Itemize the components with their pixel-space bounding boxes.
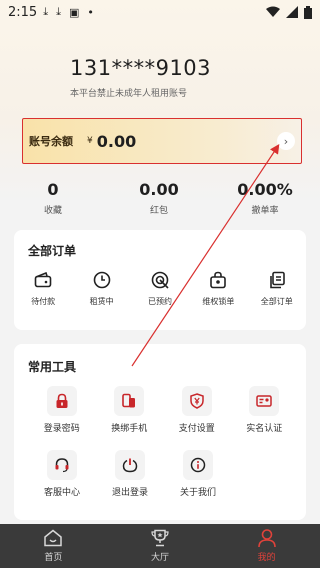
target-icon xyxy=(150,270,170,290)
balance-label: 账号余额 xyxy=(29,135,73,148)
power-icon xyxy=(115,450,145,480)
user-icon xyxy=(213,528,320,548)
currency-symbol: ¥ xyxy=(87,136,93,146)
tool-login-password[interactable]: 登录密码 xyxy=(28,386,96,434)
app-notification-icon: ▣ xyxy=(68,5,80,19)
tools-title: 常用工具 xyxy=(28,360,77,374)
status-right xyxy=(266,5,312,19)
bottom-tab-bar: 首页 大厅 我的 xyxy=(0,524,320,568)
tool-customer-service[interactable]: 客服中心 xyxy=(28,450,96,498)
order-items: 待付款 租赁中 已预约 维权锁单 全部订单 xyxy=(14,270,306,307)
stat-value: 0.00 xyxy=(139,180,179,199)
tool-label: 支付设置 xyxy=(178,424,215,434)
account-phone: 131****9103 xyxy=(70,56,212,80)
orders-card: 全部订单 待付款 租赁中 已预约 维权锁单 全部订单 xyxy=(14,230,306,330)
tool-label: 关于我们 xyxy=(179,488,216,498)
tab-hall[interactable]: 大厅 xyxy=(107,524,214,568)
info-icon xyxy=(183,450,213,480)
tool-change-phone[interactable]: 换绑手机 xyxy=(96,386,164,434)
tab-label: 首页 xyxy=(44,553,63,563)
stat-value: 0 xyxy=(47,180,59,199)
download-icon: ⤓ xyxy=(43,5,49,18)
tools-card: 常用工具 登录密码 换绑手机 支付设置 实名认证 客服中心 退出登录 关于我们 xyxy=(14,344,306,520)
tool-payment-settings[interactable]: 支付设置 xyxy=(163,386,231,434)
status-time: 2:15 xyxy=(8,4,38,20)
download-icon: ⤓ xyxy=(56,5,61,18)
tool-about-us[interactable]: 关于我们 xyxy=(164,450,232,498)
id-card-icon xyxy=(249,386,280,416)
stat-label: 撤单率 xyxy=(251,206,279,216)
balance-value: 0.00 xyxy=(96,131,137,151)
headset-icon xyxy=(47,450,77,480)
orders-title: 全部订单 xyxy=(28,244,77,258)
minor-notice: 本平台禁止未成年人租用账号 xyxy=(70,89,188,99)
tool-label: 客服中心 xyxy=(43,488,80,498)
lock-icon xyxy=(46,386,77,416)
order-renting[interactable]: 租赁中 xyxy=(72,270,130,307)
order-dispute-locked[interactable]: 维权锁单 xyxy=(189,270,247,307)
tool-label: 登录密码 xyxy=(43,424,80,434)
order-pending-payment[interactable]: 待付款 xyxy=(14,270,72,307)
signal-icon xyxy=(286,6,298,18)
tab-mine[interactable]: 我的 xyxy=(213,524,320,568)
tool-label: 实名认证 xyxy=(246,424,283,434)
order-label: 全部订单 xyxy=(260,297,293,306)
tools-grid: 登录密码 换绑手机 支付设置 实名认证 客服中心 退出登录 关于我们 xyxy=(28,386,298,514)
tab-home[interactable]: 首页 xyxy=(0,524,107,568)
battery-icon xyxy=(304,5,312,19)
clock-icon xyxy=(92,270,112,290)
dot-icon: • xyxy=(87,5,94,19)
tab-label: 大厅 xyxy=(150,553,169,563)
phone-swap-icon xyxy=(114,386,145,416)
order-label: 维权锁单 xyxy=(202,297,235,306)
order-label: 已预约 xyxy=(147,297,172,306)
stat-value: 0.00% xyxy=(237,180,293,199)
home-icon xyxy=(0,528,107,548)
stat-favorites[interactable]: 0 收藏 xyxy=(0,170,106,224)
tool-real-name-auth[interactable]: 实名认证 xyxy=(231,386,299,434)
order-label: 待付款 xyxy=(31,297,56,306)
stats-panel: 0 收藏 0.00 红包 0.00% 撤单率 xyxy=(0,170,320,224)
tool-label: 退出登录 xyxy=(111,488,148,498)
tab-label: 我的 xyxy=(257,553,276,563)
wifi-icon xyxy=(266,6,280,17)
wallet-icon xyxy=(33,270,53,290)
stat-red-packets[interactable]: 0.00 红包 xyxy=(106,170,212,224)
chevron-right-icon[interactable]: › xyxy=(277,132,295,150)
status-bar: 2:15 ⤓ ⤓ ▣ • xyxy=(0,0,320,24)
balance-card[interactable]: 账号余额 ¥ 0.00 › xyxy=(22,118,302,164)
shield-yen-icon xyxy=(181,386,212,416)
order-reserved[interactable]: 已预约 xyxy=(131,270,189,307)
stat-cancel-rate[interactable]: 0.00% 撤单率 xyxy=(212,170,318,224)
order-all[interactable]: 全部订单 xyxy=(248,270,306,307)
order-label: 租赁中 xyxy=(89,297,114,306)
tool-logout[interactable]: 退出登录 xyxy=(96,450,164,498)
stat-label: 红包 xyxy=(149,206,168,216)
lock-bag-icon xyxy=(208,270,228,290)
document-copy-icon xyxy=(267,270,287,290)
stat-label: 收藏 xyxy=(43,206,62,216)
tool-label: 换绑手机 xyxy=(111,424,148,434)
trophy-icon xyxy=(107,528,214,548)
